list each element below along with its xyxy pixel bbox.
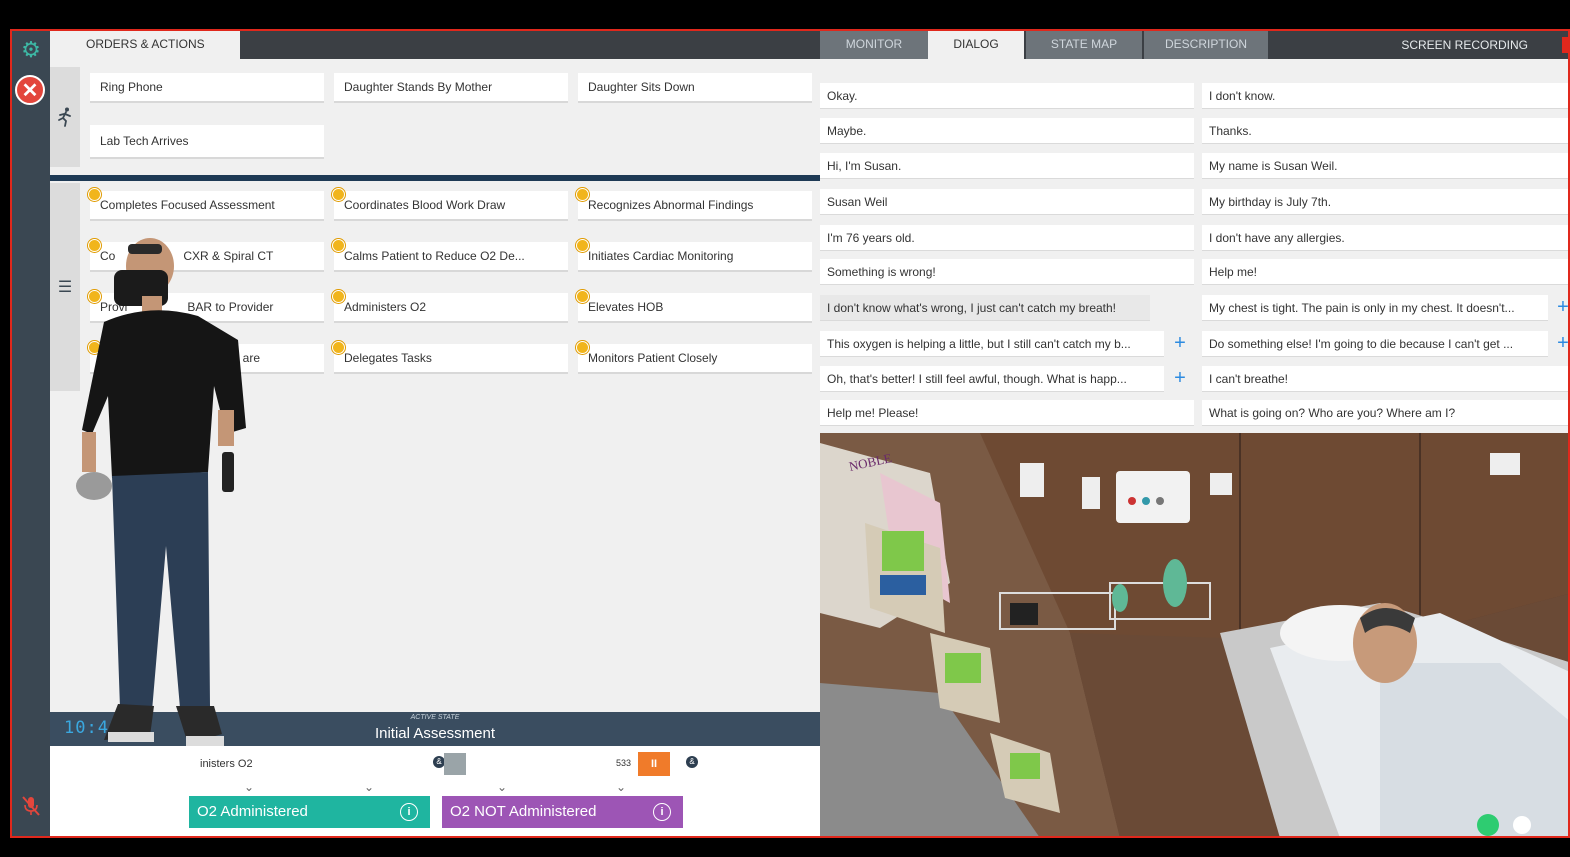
action-card[interactable]: Completes Focused Assessment (90, 191, 324, 221)
app-window: ⚙ ✕ ORDERS & ACTIONS ☰ Ring Phone Daught… (10, 29, 1570, 838)
action-card[interactable]: Elevates HOB (578, 293, 812, 323)
dialog-option[interactable]: My birthday is July 7th. (1202, 189, 1568, 215)
right-tab-bar: MONITOR DIALOG STATE MAP DESCRIPTION SCR… (820, 31, 1568, 59)
record-icon[interactable] (1562, 37, 1568, 53)
dialog-option[interactable]: I don't know. (1202, 83, 1568, 109)
dialog-option[interactable]: I can't breathe! (1202, 366, 1568, 392)
timeline-number: 533 (616, 758, 632, 768)
star-icon (332, 341, 345, 354)
running-person-icon (50, 67, 80, 167)
dialog-option[interactable]: What is going on? Who are you? Where am … (1202, 400, 1568, 426)
tab-monitor[interactable]: MONITOR (820, 31, 928, 59)
dialog-option-selected[interactable]: I don't know what's wrong, I just can't … (820, 295, 1150, 321)
plus-icon[interactable]: + (1169, 366, 1191, 390)
plus-icon[interactable]: + (1552, 295, 1568, 319)
dialog-option[interactable]: I'm 76 years old. (820, 225, 1194, 251)
dialog-option[interactable]: I don't have any allergies. (1202, 225, 1568, 251)
close-icon[interactable]: ✕ (15, 75, 45, 105)
event-ring-phone[interactable]: Ring Phone (90, 73, 324, 103)
dialog-option[interactable]: Help me! (1202, 259, 1568, 285)
pause-button[interactable]: II (638, 752, 670, 776)
chevron-down-icon[interactable]: ⌄ (244, 780, 254, 794)
dialog-option[interactable]: Hi, I'm Susan. (820, 153, 1194, 179)
tab-dialog[interactable]: DIALOG (928, 31, 1024, 59)
branch-o2-not-administered[interactable]: O2 NOT Administered i (442, 796, 683, 828)
dialog-option[interactable]: Thanks. (1202, 118, 1568, 144)
left-tab-bar: ORDERS & ACTIONS (50, 31, 820, 59)
action-card[interactable]: Administers O2 (334, 293, 568, 323)
action-card[interactable]: Recognizes Abnormal Findings (578, 191, 812, 221)
event-daughter-sits[interactable]: Daughter Sits Down (578, 73, 812, 103)
action-card[interactable]: Initiates Cardiac Monitoring (578, 242, 812, 272)
star-icon (88, 188, 101, 201)
info-icon[interactable]: i (653, 803, 671, 821)
action-card[interactable]: Delegates Tasks (334, 344, 568, 374)
event-daughter-stands[interactable]: Daughter Stands By Mother (334, 73, 568, 103)
dialog-option[interactable]: Help me! Please! (820, 400, 1194, 426)
dialog-option[interactable]: My chest is tight. The pain is only in m… (1202, 295, 1548, 321)
dialog-option[interactable]: This oxygen is helping a little, but I s… (820, 331, 1164, 357)
gear-icon[interactable]: ⚙ (18, 37, 44, 63)
section-divider (50, 175, 820, 181)
star-icon (332, 290, 345, 303)
action-card[interactable]: Monitors Patient Closely (578, 344, 812, 374)
tab-orders-actions[interactable]: ORDERS & ACTIONS (50, 31, 240, 59)
star-icon (576, 188, 589, 201)
dialog-option[interactable]: Susan Weil (820, 189, 1194, 215)
vr-user-overlay (76, 238, 246, 746)
simulation-viewport[interactable]: NOBLE (820, 433, 1568, 836)
screen-recording-label[interactable]: SCREEN RECORDING (1401, 31, 1528, 59)
star-icon (576, 239, 589, 252)
action-card[interactable]: Coordinates Blood Work Draw (334, 191, 568, 221)
tab-state-map[interactable]: STATE MAP (1026, 31, 1142, 59)
plus-icon[interactable]: + (1169, 331, 1191, 355)
left-toolbar: ⚙ ✕ (12, 31, 50, 836)
branch-label: O2 NOT Administered (450, 803, 597, 820)
timeline-marker[interactable]: & (686, 756, 698, 768)
star-icon (332, 239, 345, 252)
star-icon (576, 341, 589, 354)
branch-o2-administered[interactable]: O2 Administered i (189, 796, 430, 828)
tab-description[interactable]: DESCRIPTION (1144, 31, 1268, 59)
chevron-down-icon[interactable]: ⌄ (616, 780, 626, 794)
star-icon (576, 290, 589, 303)
chevron-down-icon[interactable]: ⌄ (364, 780, 374, 794)
info-icon[interactable]: i (400, 803, 418, 821)
plus-icon[interactable]: + (1552, 331, 1568, 355)
timeline-block[interactable] (444, 753, 466, 775)
hospital-room-scene: NOBLE (820, 433, 1568, 836)
action-card[interactable]: Calms Patient to Reduce O2 De... (334, 242, 568, 272)
event-lab-tech[interactable]: Lab Tech Arrives (90, 125, 324, 159)
dialog-option[interactable]: Maybe. (820, 118, 1194, 144)
dialog-option[interactable]: Do something else! I'm going to die beca… (1202, 331, 1548, 357)
dialog-option[interactable]: Oh, that's better! I still feel awful, t… (820, 366, 1164, 392)
branch-label: O2 Administered (197, 803, 308, 820)
dialog-option[interactable]: My name is Susan Weil. (1202, 153, 1568, 179)
chevron-down-icon[interactable]: ⌄ (497, 780, 507, 794)
dialog-option[interactable]: Okay. (820, 83, 1194, 109)
mic-off-icon[interactable] (18, 793, 44, 819)
dialog-option[interactable]: Something is wrong! (820, 259, 1194, 285)
star-icon (332, 188, 345, 201)
